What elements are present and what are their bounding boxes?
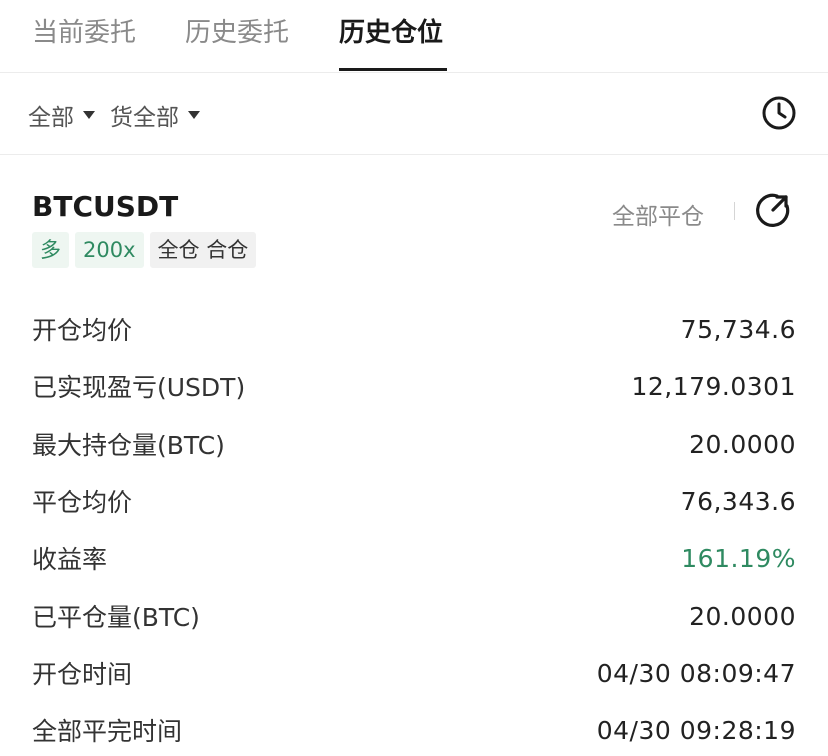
filter-dropdown-all[interactable]: 全部 — [28, 98, 95, 132]
row-value: 04/30 09:28:19 — [596, 715, 796, 745]
tab-bar: 当前委托 历史委托 历史仓位 — [0, 0, 828, 73]
row-value: 20.0000 — [689, 601, 796, 631]
caret-down-icon — [83, 111, 95, 119]
row-value: 76,343.6 — [680, 486, 796, 516]
detail-row-max-position: 最大持仓量(BTC) 20.0000 — [32, 424, 796, 464]
clock-icon[interactable] — [760, 94, 798, 132]
tab-position-history[interactable]: 历史仓位 — [339, 12, 443, 49]
close-all-button[interactable]: 全部平仓 — [612, 197, 704, 231]
detail-row-open-time: 开仓时间 04/30 08:09:47 — [32, 653, 796, 693]
share-arrow-icon[interactable] — [753, 190, 793, 230]
detail-row-close-avg-price: 平仓均价 76,343.6 — [32, 481, 796, 521]
row-value: 20.0000 — [689, 429, 796, 459]
row-value: 04/30 08:09:47 — [596, 658, 796, 688]
filter-bar: 全部 货全部 — [0, 72, 828, 155]
row-label: 全部平完时间 — [32, 717, 183, 746]
filter-dropdown-asset[interactable]: 货全部 — [110, 98, 200, 132]
detail-row-realized-pnl: 已实现盈亏(USDT) 12,179.0301 — [32, 366, 796, 406]
leverage-badge: 200x — [75, 232, 144, 268]
detail-row-fully-closed-time: 全部平完时间 04/30 09:28:19 — [32, 710, 796, 750]
row-value: 12,179.0301 — [631, 371, 796, 401]
active-tab-indicator — [339, 68, 447, 71]
row-label: 已实现盈亏(USDT) — [32, 373, 246, 402]
detail-row-open-avg-price: 开仓均价 75,734.6 — [32, 309, 796, 349]
filter-dropdown-asset-label: 货全部 — [110, 105, 179, 131]
detail-row-closed-amount: 已平仓量(BTC) 20.0000 — [32, 596, 796, 636]
detail-row-return-rate: 收益率 161.19% — [32, 538, 796, 578]
filter-dropdown-all-label: 全部 — [28, 105, 74, 131]
caret-down-icon — [188, 111, 200, 119]
row-label: 开仓时间 — [32, 660, 133, 689]
margin-mode-badge: 全仓 合仓 — [149, 232, 257, 268]
row-label: 已平仓量(BTC) — [32, 603, 200, 632]
row-label: 开仓均价 — [32, 316, 133, 345]
direction-badge: 多 — [32, 232, 69, 268]
tab-current-orders[interactable]: 当前委托 — [32, 12, 136, 49]
row-label: 平仓均价 — [32, 488, 133, 517]
position-symbol: BTCUSDT — [32, 190, 179, 223]
row-value: 161.19% — [681, 543, 796, 573]
divider — [734, 202, 735, 220]
row-value: 75,734.6 — [680, 314, 796, 344]
row-label: 最大持仓量(BTC) — [32, 431, 225, 460]
row-label: 收益率 — [32, 545, 108, 574]
tab-order-history[interactable]: 历史委托 — [185, 12, 289, 49]
position-badges: 多 200x 全仓 合仓 — [32, 232, 257, 268]
